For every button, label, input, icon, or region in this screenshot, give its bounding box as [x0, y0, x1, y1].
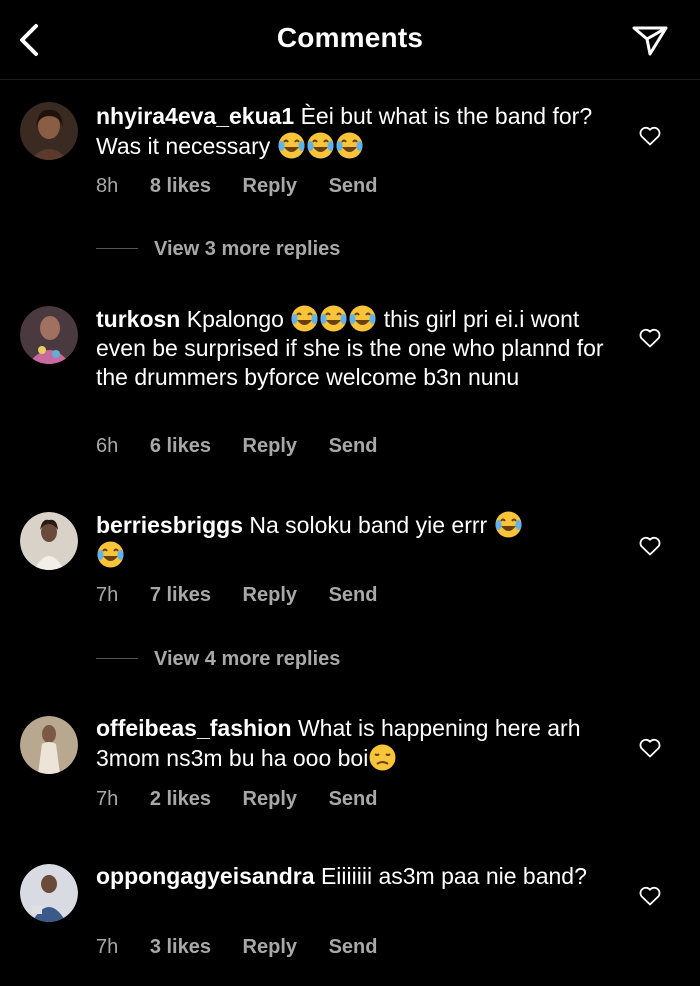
- heart-outline-icon: [639, 328, 661, 348]
- top-bar: Comments: [0, 0, 700, 80]
- reply-button[interactable]: Reply: [243, 936, 297, 958]
- reply-thread-line: [96, 248, 138, 249]
- reply-button[interactable]: Reply: [243, 584, 297, 606]
- comment-body: Na soloku band yie errr: [249, 512, 494, 538]
- comment-username[interactable]: nhyira4eva_ekua1: [96, 103, 294, 129]
- avatar[interactable]: [20, 102, 78, 160]
- send-button[interactable]: Send: [329, 435, 378, 457]
- comment-text: oppongagyeisandra Eiiiiiii as3m paa nie …: [96, 862, 616, 891]
- comment-text: berriesbriggs Na soloku band yie errr: [96, 510, 616, 570]
- like-button[interactable]: [638, 736, 662, 760]
- comment-meta: 8h 8 likes Reply Send: [96, 175, 403, 198]
- page-title: Comments: [276, 22, 424, 53]
- reply-button[interactable]: Reply: [243, 435, 297, 457]
- view-more-replies[interactable]: View 4 more replies: [96, 648, 340, 671]
- comment-meta: 6h 6 likes Reply Send: [96, 435, 403, 458]
- comment-meta: 7h 7 likes Reply Send: [96, 584, 403, 607]
- like-button[interactable]: [638, 534, 662, 558]
- comment-body: Kpalongo: [186, 306, 291, 332]
- reply-thread-line: [96, 658, 138, 659]
- likes-count[interactable]: 3 likes: [150, 936, 211, 958]
- comment-username[interactable]: oppongagyeisandra: [96, 863, 315, 889]
- comment-username[interactable]: offeibeas_fashion: [96, 715, 292, 741]
- send-button[interactable]: Send: [329, 584, 378, 606]
- comment-text: turkosn Kpalongo this girl pri ei.i wont…: [96, 304, 616, 392]
- view-more-label: View 3 more replies: [154, 238, 341, 260]
- comment-username[interactable]: berriesbriggs: [96, 512, 243, 538]
- share-button[interactable]: [630, 20, 670, 60]
- face-with-tears-of-joy-emoji: [319, 304, 348, 333]
- comment-time: 7h: [96, 936, 119, 958]
- like-button[interactable]: [638, 124, 662, 148]
- likes-count[interactable]: 7 likes: [150, 584, 211, 606]
- heart-outline-icon: [639, 536, 661, 556]
- comment-time: 8h: [96, 175, 119, 197]
- send-button[interactable]: Send: [329, 788, 378, 810]
- like-button[interactable]: [638, 884, 662, 908]
- comment-meta: 7h 2 likes Reply Send: [96, 788, 403, 811]
- like-button[interactable]: [638, 326, 662, 350]
- heart-outline-icon: [639, 738, 661, 758]
- view-more-label: View 4 more replies: [154, 648, 341, 670]
- likes-count[interactable]: 2 likes: [150, 788, 211, 810]
- likes-count[interactable]: 8 likes: [150, 175, 211, 197]
- reply-button[interactable]: Reply: [243, 788, 297, 810]
- view-more-replies[interactable]: View 3 more replies: [96, 238, 340, 261]
- face-with-tears-of-joy-emoji: [96, 540, 125, 569]
- face-with-tears-of-joy-emoji: [306, 131, 335, 160]
- face-with-tears-of-joy-emoji: [290, 304, 319, 333]
- comment-body: Eiiiiiii as3m paa nie band?: [320, 863, 587, 889]
- comment-time: 6h: [96, 435, 119, 457]
- face-with-tears-of-joy-emoji: [348, 304, 377, 333]
- comment-username[interactable]: turkosn: [96, 306, 180, 332]
- paper-plane-icon: [632, 26, 668, 56]
- avatar[interactable]: [20, 512, 78, 570]
- comment-time: 7h: [96, 584, 119, 606]
- heart-outline-icon: [639, 886, 661, 906]
- comment-meta: 7h 3 likes Reply Send: [96, 936, 403, 959]
- reply-button[interactable]: Reply: [243, 175, 297, 197]
- comment-text: offeibeas_fashion What is happening here…: [96, 714, 616, 773]
- face-with-tears-of-joy-emoji: [494, 510, 523, 539]
- disappointed-face-emoji: [368, 743, 397, 772]
- comment-time: 7h: [96, 788, 119, 810]
- comment-text: nhyira4eva_ekua1 Èei but what is the ban…: [96, 102, 616, 161]
- send-button[interactable]: Send: [329, 175, 378, 197]
- face-with-tears-of-joy-emoji: [277, 131, 306, 160]
- likes-count[interactable]: 6 likes: [150, 435, 211, 457]
- avatar[interactable]: [20, 864, 78, 922]
- avatar[interactable]: [20, 306, 78, 364]
- heart-outline-icon: [639, 126, 661, 146]
- face-with-tears-of-joy-emoji: [335, 131, 364, 160]
- send-button[interactable]: Send: [329, 936, 378, 958]
- avatar[interactable]: [20, 716, 78, 774]
- header-divider: [0, 79, 700, 80]
